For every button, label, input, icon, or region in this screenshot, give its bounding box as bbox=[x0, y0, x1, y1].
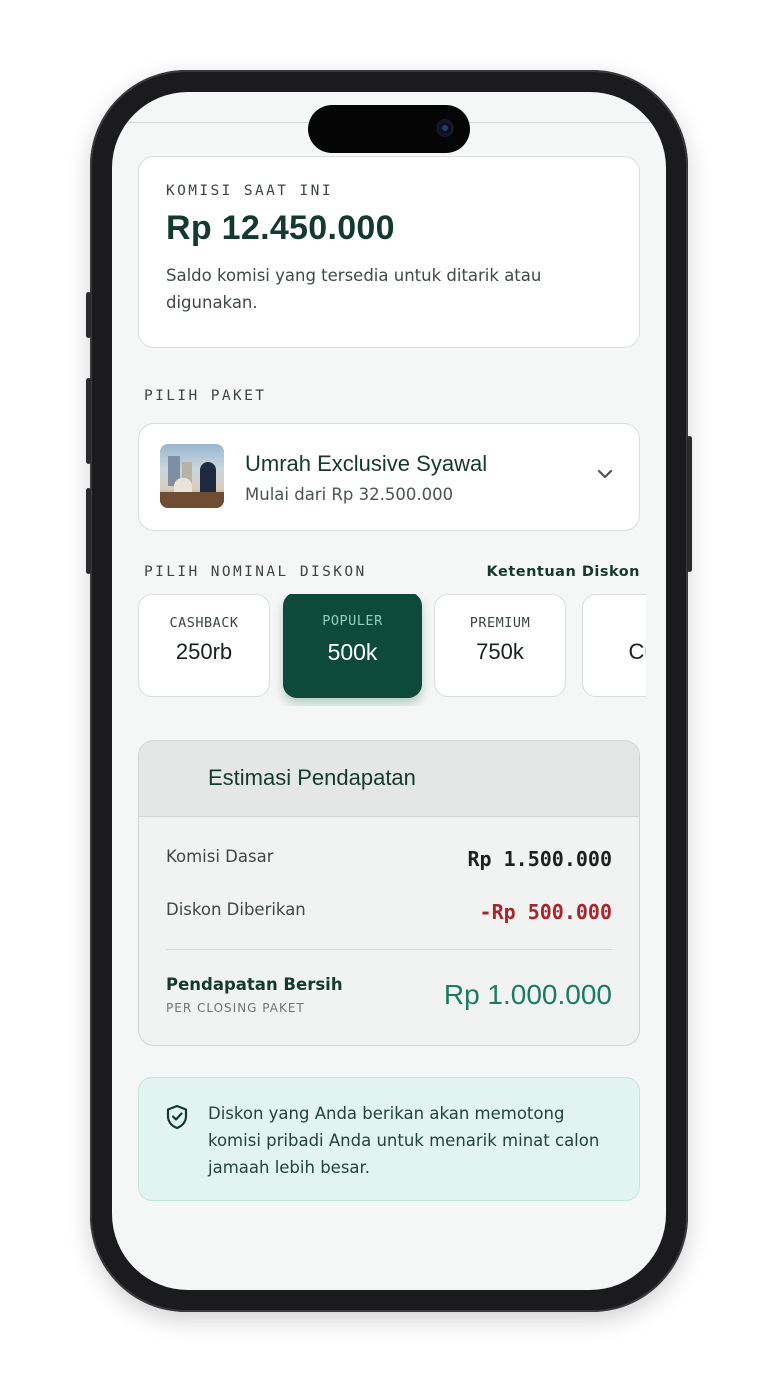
divider bbox=[166, 949, 612, 950]
row-value: -Rp 500.000 bbox=[479, 900, 612, 924]
paket-section-label: PILIH PAKET bbox=[144, 388, 267, 404]
row-label: Diskon Diberikan bbox=[166, 900, 306, 919]
diskon-option-tag: CASHBACK bbox=[169, 615, 239, 631]
power-button bbox=[687, 436, 692, 572]
shield-check-icon bbox=[166, 1104, 188, 1130]
row-label: Komisi Dasar bbox=[166, 847, 274, 866]
komisi-card: KOMISI SAAT INI Rp 12.450.000 Saldo komi… bbox=[138, 156, 640, 348]
diskon-option-custom[interactable]: Cus bbox=[582, 594, 646, 697]
net-income-label: Pendapatan Bersih bbox=[166, 975, 343, 994]
row-value: Rp 1.500.000 bbox=[467, 847, 613, 871]
diskon-section-label: PILIH NOMINAL DISKON bbox=[144, 564, 367, 580]
diskon-option-cashback[interactable]: CASHBACK 250rb bbox=[138, 594, 270, 697]
komisi-label: KOMISI SAAT INI bbox=[166, 183, 333, 199]
diskon-option-value: Cus bbox=[628, 639, 646, 664]
phone-frame: KOMISI SAAT INI Rp 12.450.000 Saldo komi… bbox=[86, 70, 692, 1312]
paket-price: Mulai dari Rp 32.500.000 bbox=[245, 485, 454, 504]
camera-icon bbox=[436, 119, 454, 137]
komisi-description: Saldo komisi yang tersedia untuk ditarik… bbox=[166, 266, 542, 312]
volume-up-button bbox=[86, 378, 91, 464]
diskon-option-tag: POPULER bbox=[322, 613, 383, 629]
info-banner: Diskon yang Anda berikan akan memotong k… bbox=[138, 1077, 640, 1201]
paket-name: Umrah Exclusive Syawal bbox=[245, 451, 488, 476]
dynamic-island bbox=[308, 105, 470, 153]
paket-thumbnail bbox=[160, 444, 224, 508]
diskon-option-populer[interactable]: POPULER 500k bbox=[283, 594, 422, 698]
net-income-sublabel: PER CLOSING PAKET bbox=[166, 1001, 305, 1015]
net-income-value: Rp 1.000.000 bbox=[443, 979, 612, 1010]
diskon-option-value: 500k bbox=[327, 639, 378, 665]
diskon-option-premium[interactable]: PREMIUM 750k bbox=[434, 594, 566, 697]
phone-screen: KOMISI SAAT INI Rp 12.450.000 Saldo komi… bbox=[112, 92, 666, 1290]
diskon-options: CASHBACK 250rb POPULER 500k PREMIUM 750k… bbox=[138, 594, 646, 706]
paket-selector[interactable]: Umrah Exclusive Syawal Mulai dari Rp 32.… bbox=[138, 423, 640, 531]
estimasi-title: Estimasi Pendapatan bbox=[139, 741, 639, 817]
estimasi-card: Estimasi Pendapatan Komisi Dasar Rp 1.50… bbox=[138, 740, 640, 1046]
diskon-option-tag: PREMIUM bbox=[469, 615, 531, 631]
chevron-down-icon bbox=[597, 469, 613, 479]
diskon-option-tag bbox=[583, 615, 646, 631]
volume-down-button bbox=[86, 488, 91, 574]
action-button bbox=[86, 292, 91, 338]
diskon-option-value: 750k bbox=[476, 639, 524, 664]
ketentuan-diskon-link[interactable]: Ketentuan Diskon bbox=[487, 564, 641, 580]
diskon-option-value: 250rb bbox=[175, 639, 233, 664]
info-text: Diskon yang Anda berikan akan memotong k… bbox=[208, 1104, 600, 1177]
komisi-amount: Rp 12.450.000 bbox=[166, 209, 395, 247]
